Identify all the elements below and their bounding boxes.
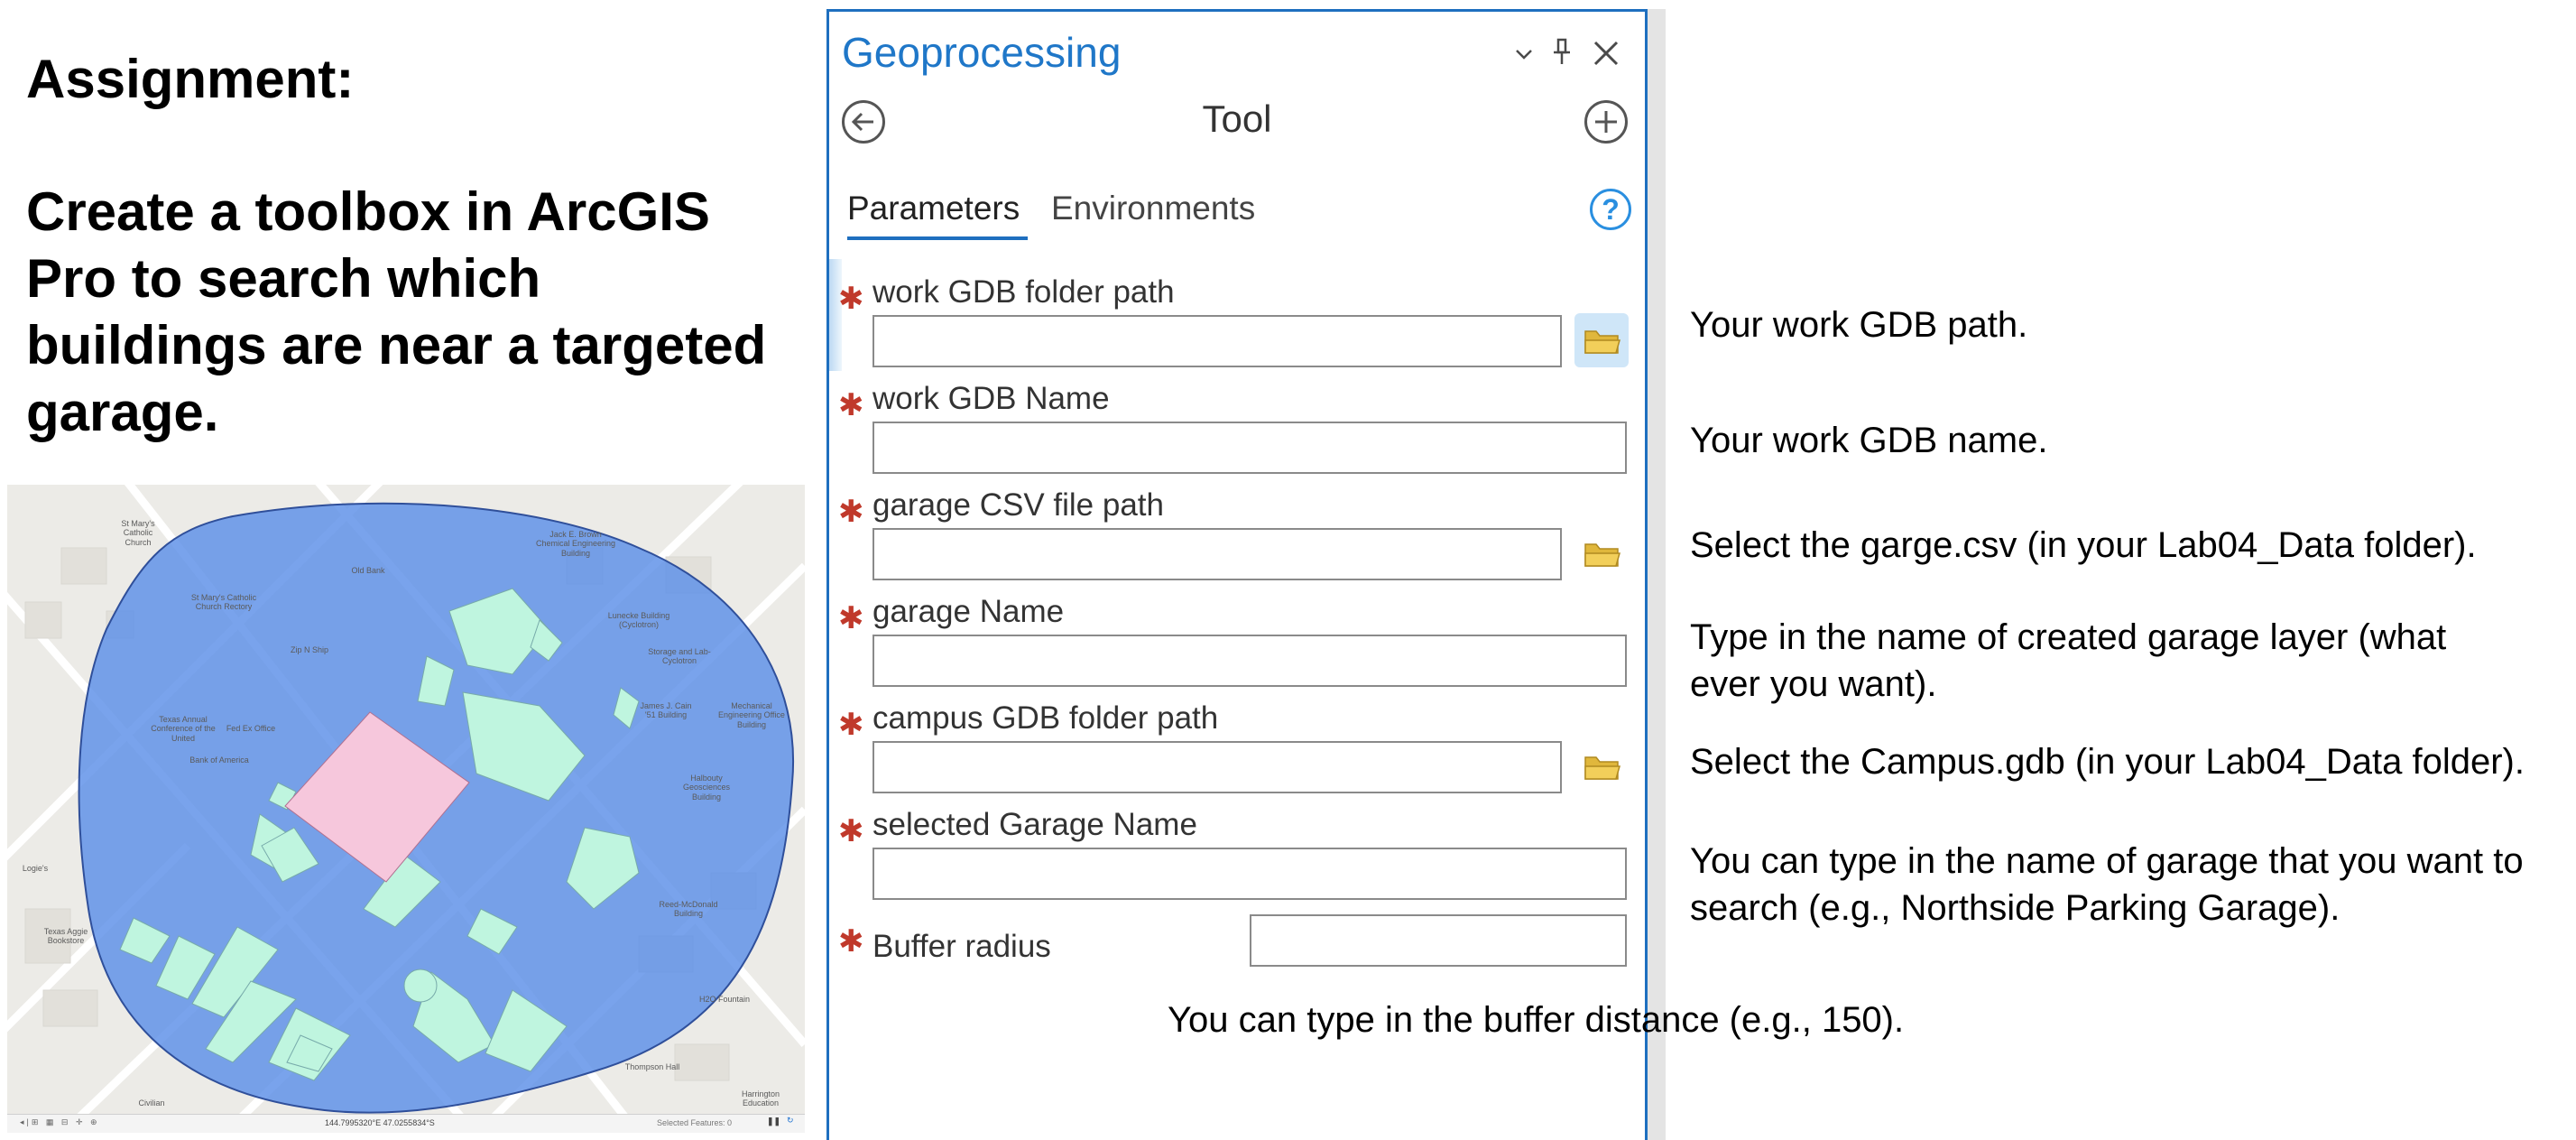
- map-view[interactable]: St Mary's Catholic Church Jack E. Brown …: [7, 485, 805, 1133]
- note-campus-gdb: Select the Campus.gdb (in your Lab04_Dat…: [1690, 742, 2525, 782]
- map-label: Old Bank: [351, 566, 385, 575]
- tab-environments[interactable]: Environments: [1051, 190, 1255, 227]
- param-label-work-gdb-name: work GDB Name: [873, 381, 1110, 416]
- garage-name-input[interactable]: [873, 635, 1627, 687]
- refresh-icon[interactable]: ↻: [787, 1116, 794, 1126]
- tab-parameters[interactable]: Parameters: [847, 190, 1020, 227]
- map-navigation-tools[interactable]: ◂|⊞ ▦ ⊟ ✛ ⊕: [20, 1117, 100, 1127]
- required-marker: ✱: [838, 814, 864, 848]
- pause-drawing-icon[interactable]: ❚❚: [767, 1117, 780, 1126]
- folder-icon: [1584, 756, 1620, 780]
- map-label: H2O Fountain: [698, 995, 751, 1004]
- map-label: Reed-McDonald Building: [659, 900, 718, 919]
- browse-work-gdb-folder-button[interactable]: [1574, 313, 1629, 367]
- map-label: Harrington Education: [741, 1089, 780, 1108]
- map-label: Texas Aggie Bookstore: [43, 927, 88, 946]
- note-garage-name: Type in the name of created garage layer…: [1690, 614, 2446, 708]
- geoprocessing-pane: Geoprocessing Tool Parameters Environmen…: [826, 9, 1648, 1140]
- assignment-line: Create a toolbox in ArcGIS: [26, 181, 710, 242]
- required-marker: ✱: [838, 924, 864, 959]
- browse-garage-csv-button[interactable]: [1574, 526, 1629, 580]
- assignment-title: Assignment:: [26, 49, 355, 109]
- map-label: Halbouty Geosciences Building: [682, 774, 731, 802]
- note-line: ever you want).: [1690, 664, 1937, 704]
- selected-features-count: Selected Features: 0: [657, 1118, 733, 1127]
- note-garage-csv: Select the garge.csv (in your Lab04_Data…: [1690, 525, 2477, 565]
- param-label-campus-gdb-folder-path: campus GDB folder path: [873, 700, 1219, 736]
- note-work-gdb-name: Your work GDB name.: [1690, 421, 2048, 460]
- map-label: St Mary's Catholic Church Rectory: [190, 593, 257, 612]
- garage-csv-file-path-input[interactable]: [873, 528, 1562, 580]
- selected-garage-name-input[interactable]: [873, 848, 1627, 900]
- add-icon: [1595, 111, 1617, 133]
- tool-heading: Tool: [1202, 97, 1272, 140]
- map-label: Texas Annual Conference of the United: [151, 715, 216, 743]
- map-label: St Mary's Catholic Church: [121, 519, 155, 547]
- map-label: Storage and Lab-Cyclotron: [648, 647, 711, 666]
- pin-icon[interactable]: [1551, 37, 1573, 68]
- active-tab-indicator: [847, 236, 1028, 240]
- map-label: James J. Cain '51 Building: [640, 701, 692, 720]
- campus-gdb-folder-path-input[interactable]: [873, 741, 1562, 793]
- map-label: Logie's: [22, 864, 49, 873]
- map-label: Thompson Hall: [624, 1062, 680, 1071]
- map-label: Zip N Ship: [290, 645, 329, 654]
- note-selected-garage: You can type in the name of garage that …: [1690, 838, 2524, 931]
- note-work-gdb-path: Your work GDB path.: [1690, 305, 2028, 345]
- required-marker: ✱: [838, 495, 864, 529]
- assignment-description: Create a toolbox in ArcGIS Pro to search…: [26, 179, 820, 446]
- pane-scrollbar-gutter[interactable]: [1648, 9, 1666, 1140]
- work-gdb-name-input[interactable]: [873, 422, 1627, 474]
- note-line: Type in the name of created garage layer…: [1690, 617, 2447, 657]
- map-label: Jack E. Brown Chemical Engineering Build…: [535, 530, 616, 558]
- pane-title: Geoprocessing: [842, 29, 1122, 76]
- param-label-buffer-radius: Buffer radius: [873, 929, 1051, 964]
- param-label-garage-name: garage Name: [873, 594, 1065, 629]
- param-label-work-gdb-folder-path: work GDB folder path: [873, 274, 1175, 310]
- assignment-line: garage.: [26, 382, 219, 442]
- coordinate-readout: 144.7995320°E 47.0255834°S: [325, 1118, 435, 1127]
- note-buffer-radius: You can type in the buffer distance (e.g…: [1168, 1000, 1905, 1040]
- close-icon[interactable]: [1592, 39, 1620, 68]
- map-label: Fed Ex Office: [226, 724, 276, 733]
- assignment-line: Pro to search which: [26, 248, 541, 309]
- required-marker: ✱: [838, 388, 864, 422]
- chevron-down-icon[interactable]: [1513, 43, 1535, 65]
- required-marker: ✱: [838, 282, 864, 316]
- add-button[interactable]: [1584, 100, 1628, 144]
- map-status-bar: ◂|⊞ ▦ ⊟ ✛ ⊕ 144.7995320°E 47.0255834°S S…: [7, 1114, 805, 1133]
- map-label: Civilian: [138, 1098, 165, 1108]
- map-label: Mechanical Engineering Office Building: [718, 701, 785, 729]
- help-icon[interactable]: ?: [1590, 189, 1631, 230]
- map-canvas[interactable]: [7, 485, 805, 1133]
- required-marker: ✱: [838, 601, 864, 635]
- note-line: search (e.g., Northside Parking Garage).: [1690, 888, 2341, 928]
- map-label: Lunecke Building (Cyclotron): [607, 611, 670, 630]
- assignment-line: buildings are near a targeted: [26, 315, 767, 375]
- param-label-garage-csv-file-path: garage CSV file path: [873, 487, 1164, 523]
- work-gdb-folder-path-input[interactable]: [873, 315, 1562, 367]
- param-label-selected-garage-name: selected Garage Name: [873, 807, 1197, 842]
- folder-icon: [1584, 543, 1620, 567]
- note-line: You can type in the name of garage that …: [1690, 841, 2524, 881]
- folder-icon: [1584, 330, 1620, 354]
- browse-campus-gdb-button[interactable]: [1574, 739, 1629, 793]
- buffer-radius-input[interactable]: [1250, 914, 1627, 967]
- required-marker: ✱: [838, 708, 864, 742]
- map-label: Bank of America: [189, 755, 249, 765]
